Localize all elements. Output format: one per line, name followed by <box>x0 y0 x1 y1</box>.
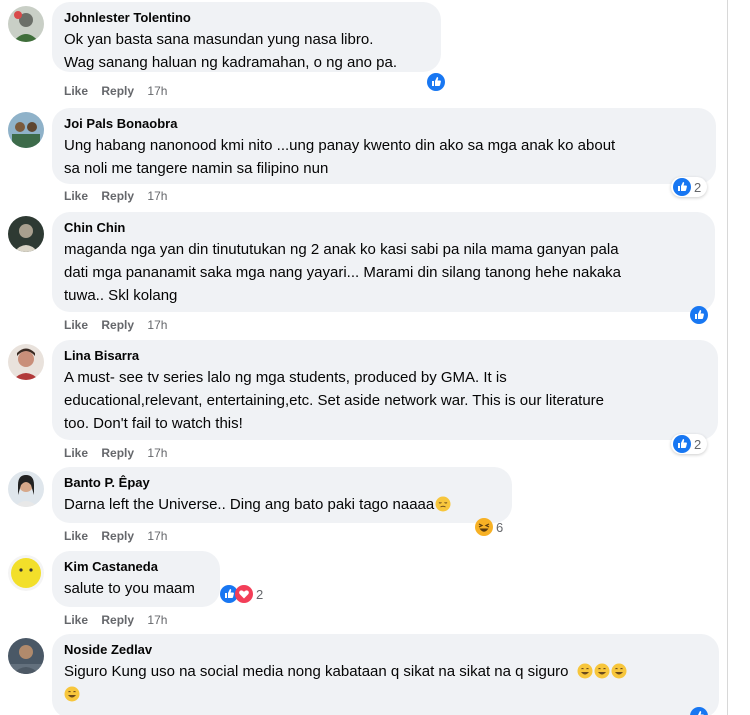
grinning-face-emoji-icon <box>577 663 593 679</box>
reply-link[interactable]: Reply <box>101 189 134 203</box>
comment-text-line: A must- see tv series lalo ng mga studen… <box>64 369 507 386</box>
commenter-name[interactable]: Lina Bisarra <box>64 348 706 364</box>
comment-text-line: Ok yan basta sana masundan yung nasa lib… <box>64 31 374 48</box>
comment-bubble: Johnlester Tolentino Ok yan basta sana m… <box>52 2 441 72</box>
love-reaction-icon <box>235 585 253 603</box>
comment-actions: Like Reply 17h <box>64 317 177 333</box>
like-link[interactable]: Like <box>64 189 88 203</box>
reaction-count: 2 <box>694 179 702 195</box>
comment-text-line: maganda nga yan din tinututukan ng 2 ana… <box>64 241 619 258</box>
like-reaction-icon <box>690 707 708 715</box>
like-link[interactable]: Like <box>64 84 88 98</box>
reaction-count: 2 <box>694 436 702 452</box>
comment-text: Siguro Kung uso na social media nong kab… <box>64 660 707 683</box>
reaction-count: 2 <box>256 586 264 602</box>
comment-text-line <box>64 683 707 706</box>
comment-text-line: Ung habang nanonood kmi nito ...ung pana… <box>64 137 616 154</box>
sleepy-face-emoji-icon <box>435 496 451 512</box>
comment-text: Darna left the Universe.. Ding ang bato … <box>64 493 500 516</box>
avatar[interactable] <box>8 555 44 591</box>
haha-reaction-icon <box>475 518 493 536</box>
reaction-summary[interactable] <box>688 305 710 325</box>
avatar[interactable] <box>8 344 44 380</box>
grinning-face-emoji-icon <box>64 686 80 702</box>
timestamp[interactable]: 17h <box>147 84 167 98</box>
avatar[interactable] <box>8 112 44 148</box>
comment-text-line: too. Don't fail to watch this! <box>64 415 243 432</box>
like-reaction-icon <box>690 306 708 324</box>
comment-text-line: educational,relevant, entertaining,etc. … <box>64 392 605 409</box>
comment-text-line: sa noli me tangere namin sa filipino nun <box>64 160 329 177</box>
reaction-summary[interactable]: 6 <box>473 517 509 537</box>
like-reaction-icon <box>673 178 691 196</box>
comment-actions: Like Reply 17h <box>64 612 177 628</box>
reply-link[interactable]: Reply <box>101 318 134 332</box>
comment-thread: Johnlester Tolentino Ok yan basta sana m… <box>0 0 728 715</box>
timestamp[interactable]: 17h <box>147 529 167 543</box>
like-reaction-icon <box>673 435 691 453</box>
comment-text-line: Wag sanang haluan ng kadramahan, o ng an… <box>64 54 398 71</box>
comment-text-line: dati mga pananamit saka mga nang yayari.… <box>64 264 621 281</box>
timestamp[interactable]: 17h <box>147 446 167 460</box>
comment-bubble: Kim Castaneda salute to you maam <box>52 551 220 607</box>
like-link[interactable]: Like <box>64 446 88 460</box>
comment-actions: Like Reply 17h <box>64 188 177 204</box>
reaction-summary[interactable] <box>688 706 710 715</box>
commenter-name[interactable]: Banto P. Êpay <box>64 475 500 491</box>
like-link[interactable]: Like <box>64 613 88 627</box>
comment-actions: Like Reply 17h <box>64 445 177 461</box>
commenter-name[interactable]: Johnlester Tolentino <box>64 10 429 26</box>
grinning-face-emoji-icon <box>594 663 610 679</box>
avatar[interactable] <box>8 6 44 42</box>
comment-bubble: Chin Chin maganda nga yan din tinututuka… <box>52 212 715 312</box>
reaction-summary[interactable] <box>425 72 447 92</box>
comment-actions: Like Reply 17h <box>64 528 177 544</box>
comment-actions: Like Reply 17h <box>64 83 177 99</box>
reaction-summary[interactable]: 2 <box>671 434 708 454</box>
reaction-summary[interactable]: 2 <box>218 584 269 604</box>
like-link[interactable]: Like <box>64 529 88 543</box>
timestamp[interactable]: 17h <box>147 613 167 627</box>
comment-bubble: Noside Zedlav Siguro Kung uso na social … <box>52 634 719 715</box>
commenter-name[interactable]: Joi Pals Bonaobra <box>64 116 704 132</box>
avatar[interactable] <box>8 216 44 252</box>
reply-link[interactable]: Reply <box>101 613 134 627</box>
avatar[interactable] <box>8 638 44 674</box>
comment-bubble: Banto P. Êpay Darna left the Universe.. … <box>52 467 512 523</box>
comment-text-line: tuwa.. Skl kolang <box>64 287 178 304</box>
commenter-name[interactable]: Noside Zedlav <box>64 642 707 658</box>
reply-link[interactable]: Reply <box>101 529 134 543</box>
comment-text-line: salute to you maam <box>64 580 195 597</box>
commenter-name[interactable]: Kim Castaneda <box>64 559 208 575</box>
comment-bubble: Lina Bisarra A must- see tv series lalo … <box>52 340 718 440</box>
comment-bubble: Joi Pals Bonaobra Ung habang nanonood km… <box>52 108 716 184</box>
reply-link[interactable]: Reply <box>101 84 134 98</box>
like-link[interactable]: Like <box>64 318 88 332</box>
timestamp[interactable]: 17h <box>147 189 167 203</box>
reaction-summary[interactable]: 2 <box>671 177 708 197</box>
timestamp[interactable]: 17h <box>147 318 167 332</box>
commenter-name[interactable]: Chin Chin <box>64 220 703 236</box>
reply-link[interactable]: Reply <box>101 446 134 460</box>
avatar[interactable] <box>8 471 44 507</box>
reaction-count: 6 <box>496 519 504 535</box>
like-reaction-icon <box>427 73 445 91</box>
grinning-face-emoji-icon <box>611 663 627 679</box>
